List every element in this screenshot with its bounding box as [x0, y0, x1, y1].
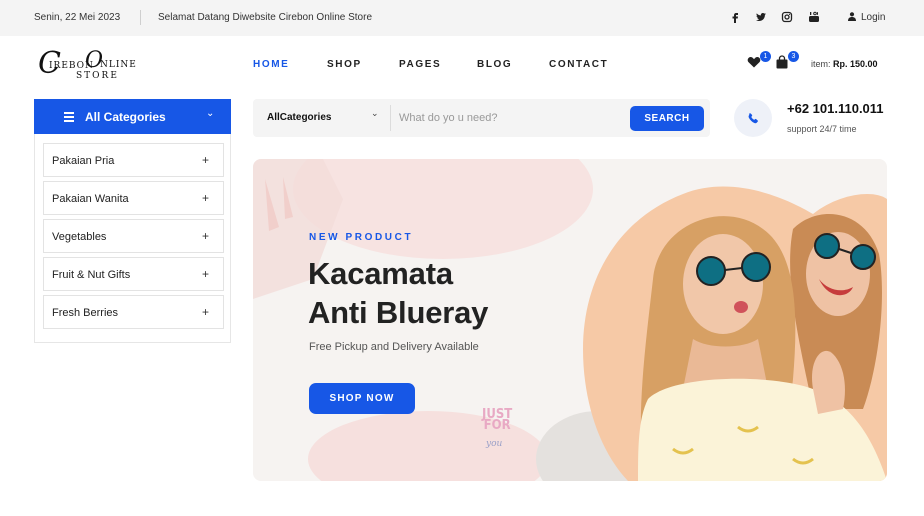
facebook-icon[interactable]: [729, 11, 741, 27]
categories-title: All Categories: [85, 110, 166, 124]
shop-now-button[interactable]: SHOP NOW: [309, 383, 415, 414]
search-bar: AllCategories ⌄ SEARCH: [253, 99, 710, 137]
expand-plus-icon[interactable]: +: [202, 153, 209, 167]
twitter-icon[interactable]: [755, 11, 767, 27]
menu-icon: [64, 112, 74, 122]
login-label: Login: [861, 12, 886, 23]
hero-subtitle: Free Pickup and Delivery Available: [309, 341, 479, 353]
expand-plus-icon[interactable]: +: [202, 191, 209, 205]
user-icon: [848, 12, 856, 21]
chevron-down-icon[interactable]: ⌄: [371, 108, 379, 119]
nav-home[interactable]: HOME: [253, 59, 289, 70]
expand-plus-icon[interactable]: +: [202, 229, 209, 243]
cart-total-value: Rp. 150.00: [833, 59, 878, 69]
cart-total: item: Rp. 150.00: [811, 59, 878, 69]
category-label: Vegetables: [52, 231, 107, 243]
topbar-divider: [140, 10, 141, 25]
support-hours: support 24/7 time: [787, 124, 857, 134]
all-categories-toggle[interactable]: All Categories ⌄: [34, 99, 231, 134]
category-item[interactable]: Pakaian Wanita +: [43, 181, 224, 215]
just-for-you-sticker: JUST FOR: [482, 408, 512, 433]
search-category-select[interactable]: AllCategories: [267, 112, 331, 123]
support-phone[interactable]: +62 101.110.011: [787, 101, 884, 116]
phone-icon[interactable]: [734, 99, 772, 137]
category-item[interactable]: Vegetables +: [43, 219, 224, 253]
expand-plus-icon[interactable]: +: [202, 305, 209, 319]
hero-banner: NEW PRODUCT Kacamata Anti Blueray Free P…: [253, 159, 887, 481]
category-label: Pakaian Pria: [52, 155, 115, 167]
hero-tag: NEW PRODUCT: [309, 232, 414, 243]
current-date: Senin, 22 Mei 2023: [34, 12, 121, 23]
login-link[interactable]: Login: [848, 12, 885, 23]
search-divider: [390, 105, 391, 131]
category-list: Pakaian Pria + Pakaian Wanita + Vegetabl…: [34, 134, 231, 343]
nav-pages[interactable]: PAGES: [399, 59, 441, 70]
hero-title-line2: Anti Blueray: [308, 295, 489, 330]
nav-blog[interactable]: BLOG: [477, 59, 512, 70]
top-bar: Senin, 22 Mei 2023 Selamat Datang Diwebs…: [0, 0, 924, 36]
shopping-bag-icon[interactable]: [775, 55, 789, 69]
sticker-line2: FOR: [483, 418, 511, 433]
logo-text-nline: NLINE: [100, 60, 137, 70]
logo-text-store: STORE: [76, 71, 119, 81]
chevron-down-icon: ⌄: [206, 108, 215, 119]
nav-contact[interactable]: CONTACT: [549, 59, 608, 70]
category-label: Fruit & Nut Gifts: [52, 269, 131, 281]
hero-title-line1: Kacamata: [308, 256, 453, 291]
wishlist-count-badge: 1: [760, 51, 771, 62]
search-button[interactable]: SEARCH: [630, 106, 704, 131]
category-label: Pakaian Wanita: [52, 193, 129, 205]
category-item[interactable]: Fresh Berries +: [43, 295, 224, 329]
hero-title: Kacamata Anti Blueray: [308, 254, 488, 332]
wishlist-heart-icon[interactable]: [747, 55, 761, 69]
category-label: Fresh Berries: [52, 307, 119, 319]
welcome-message: Selamat Datang Diwebsite Cirebon Online …: [158, 12, 372, 23]
search-input[interactable]: [399, 107, 627, 129]
youtube-icon[interactable]: [808, 11, 820, 27]
women-photo: [638, 214, 887, 481]
nav-shop[interactable]: SHOP: [327, 59, 362, 70]
instagram-icon[interactable]: [781, 11, 793, 27]
site-logo[interactable]: C IREBON O NLINE STORE: [38, 47, 136, 83]
cart-count-badge: 3: [788, 51, 799, 62]
sticker-line3: you: [486, 439, 503, 449]
category-item[interactable]: Fruit & Nut Gifts +: [43, 257, 224, 291]
expand-plus-icon[interactable]: +: [202, 267, 209, 281]
category-item[interactable]: Pakaian Pria +: [43, 143, 224, 177]
cart-total-label: item:: [811, 59, 831, 69]
